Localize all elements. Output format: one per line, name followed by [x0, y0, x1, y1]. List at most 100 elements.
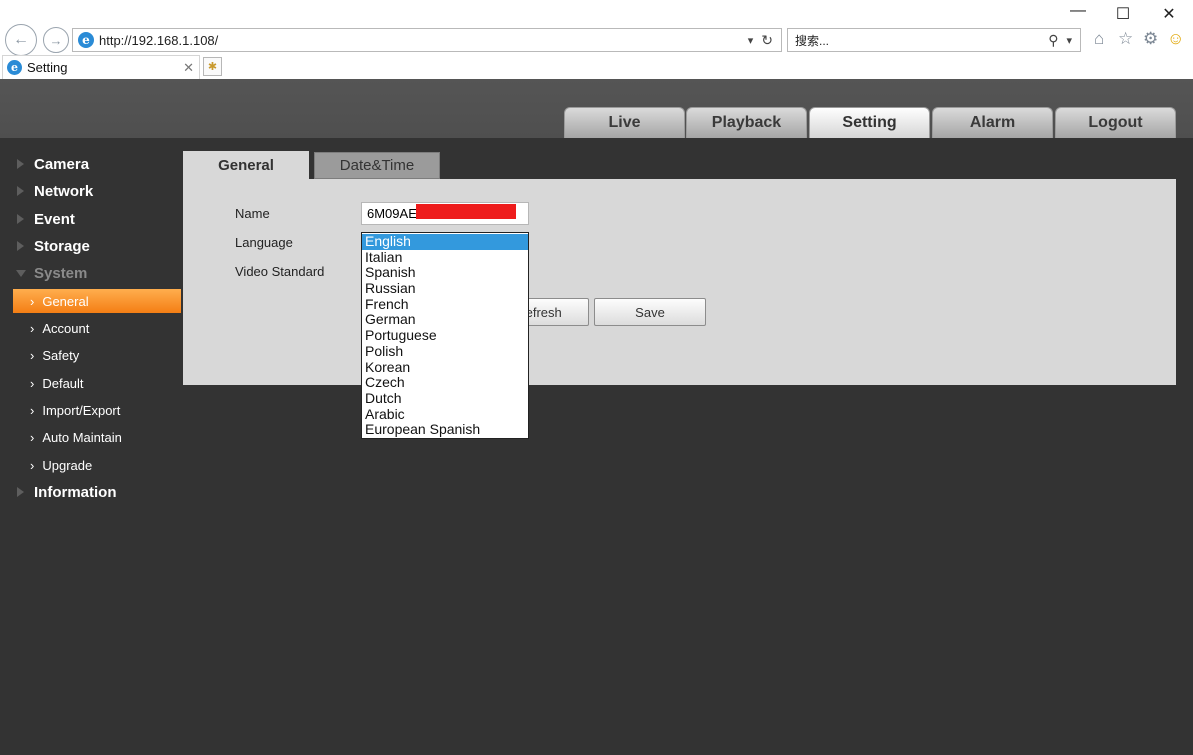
general-settings-panel: Name 6M09AE Language Video Standard Refr… — [183, 179, 1176, 385]
video-standard-label: Video Standard — [235, 264, 325, 279]
language-option-portuguese[interactable]: Portuguese — [362, 327, 528, 344]
sidebar-item-label: Storage — [34, 237, 90, 255]
tab-setting[interactable]: Setting — [809, 107, 930, 138]
sidebar-item-label: General — [42, 293, 89, 309]
maximize-icon[interactable]: ☐ — [1113, 4, 1133, 24]
favorites-star-icon[interactable]: ☆ — [1118, 30, 1133, 48]
tab-general[interactable]: General — [183, 151, 309, 179]
redaction-block — [416, 204, 516, 219]
search-icon[interactable]: ⚲ — [1048, 32, 1058, 49]
tab-live[interactable]: Live — [564, 107, 685, 138]
language-option-spanish[interactable]: Spanish — [362, 265, 528, 281]
chevron-right-icon: › — [30, 402, 35, 418]
minimize-icon[interactable]: — — [1068, 2, 1088, 20]
expand-triangle-icon — [17, 487, 24, 497]
language-option-english[interactable]: English — [362, 233, 528, 250]
sidebar-item-general[interactable]: › General — [13, 289, 181, 313]
close-window-icon[interactable]: ✕ — [1159, 4, 1179, 24]
language-option-arabic[interactable]: Arabic — [362, 406, 528, 423]
address-bar[interactable]: e http://192.168.1.108/ ▾ ↻ — [72, 28, 782, 52]
browser-tab-title: Setting — [27, 60, 68, 75]
sidebar-item-upgrade[interactable]: › Upgrade — [13, 453, 181, 477]
sidebar: Camera Network Event Storage System › Gen… — [0, 138, 183, 755]
expand-triangle-icon — [17, 214, 24, 224]
chevron-right-icon: › — [30, 375, 35, 391]
expand-triangle-icon — [17, 186, 24, 196]
sidebar-item-label: Network — [34, 182, 94, 200]
sidebar-item-account[interactable]: › Account — [13, 316, 181, 340]
sidebar-item-auto-maintain[interactable]: › Auto Maintain — [13, 425, 181, 449]
dropdown-arrow-icon[interactable]: ▾ — [748, 34, 754, 47]
language-option-french[interactable]: French — [362, 296, 528, 313]
close-tab-icon[interactable]: ✕ — [183, 60, 194, 76]
sub-tab-bar: General Date&Time — [183, 151, 1176, 179]
tab-alarm[interactable]: Alarm — [932, 107, 1053, 138]
collapse-triangle-icon — [16, 269, 26, 277]
forward-button[interactable]: → — [43, 27, 69, 53]
sidebar-item-label: Import/Export — [42, 402, 121, 418]
forward-arrow-icon: → — [49, 32, 63, 48]
language-option-dutch[interactable]: Dutch — [362, 390, 528, 407]
sidebar-item-event[interactable]: Event — [0, 206, 183, 232]
language-option-czech[interactable]: Czech — [362, 374, 528, 391]
chevron-right-icon: › — [30, 293, 35, 309]
address-url[interactable]: http://192.168.1.108/ — [99, 33, 748, 48]
language-option-polish[interactable]: Polish — [362, 343, 528, 360]
back-button[interactable]: ← — [5, 24, 37, 56]
language-label: Language — [235, 235, 293, 250]
name-field[interactable]: 6M09AE — [361, 202, 529, 225]
search-bar[interactable]: 搜索... ⚲ ▾ — [787, 28, 1081, 52]
sidebar-item-label: Event — [34, 210, 75, 228]
chevron-right-icon: › — [30, 429, 35, 445]
back-arrow-icon: ← — [13, 31, 29, 48]
name-label: Name — [235, 206, 270, 221]
chevron-right-icon: › — [30, 347, 35, 363]
language-option-russian[interactable]: Russian — [362, 280, 528, 297]
sidebar-item-label: System — [34, 264, 88, 282]
language-option-european-spanish[interactable]: European Spanish — [362, 422, 528, 438]
sidebar-item-storage[interactable]: Storage — [0, 233, 183, 259]
tab-logout[interactable]: Logout — [1055, 107, 1176, 138]
sidebar-item-safety[interactable]: › Safety — [13, 343, 181, 367]
chevron-right-icon: › — [30, 320, 35, 336]
browser-tab[interactable]: e Setting ✕ — [2, 55, 200, 79]
sidebar-item-camera[interactable]: Camera — [0, 151, 183, 177]
sidebar-item-system[interactable]: System — [0, 260, 183, 286]
expand-triangle-icon — [17, 241, 24, 251]
sidebar-item-label: Camera — [34, 155, 90, 173]
search-dropdown-icon[interactable]: ▾ — [1066, 34, 1072, 47]
save-button[interactable]: Save — [594, 298, 706, 326]
smiley-icon[interactable]: ☺ — [1167, 30, 1184, 48]
sidebar-item-label: Upgrade — [42, 457, 93, 473]
tab-playback[interactable]: Playback — [686, 107, 807, 138]
sidebar-item-label: Auto Maintain — [42, 429, 122, 445]
language-option-german[interactable]: German — [362, 312, 528, 328]
home-icon[interactable]: ⌂ — [1094, 30, 1104, 48]
expand-triangle-icon — [17, 159, 24, 169]
sidebar-item-label: Safety — [42, 347, 80, 363]
browser-tab-bar: e Setting ✕ ✱ — [0, 55, 1193, 79]
browser-chrome: ← → e http://192.168.1.108/ ▾ ↻ 搜索... ⚲ … — [0, 0, 1193, 79]
sidebar-item-label: Information — [34, 483, 117, 501]
app-body: Camera Network Event Storage System › Gen… — [0, 138, 1193, 755]
new-tab-icon: ✱ — [207, 61, 218, 73]
new-tab-button[interactable]: ✱ — [203, 57, 222, 76]
language-option-italian[interactable]: Italian — [362, 249, 528, 266]
sidebar-item-label: Default — [42, 375, 84, 391]
sidebar-item-information[interactable]: Information — [0, 479, 183, 505]
tab-date-time[interactable]: Date&Time — [314, 152, 440, 179]
language-dropdown-list[interactable]: English Italian Spanish Russian French G… — [361, 232, 529, 439]
sidebar-item-default[interactable]: › Default — [13, 371, 181, 395]
language-option-korean[interactable]: Korean — [362, 359, 528, 376]
refresh-icon[interactable]: ↻ — [761, 32, 773, 49]
sidebar-item-label: Account — [42, 320, 90, 336]
name-value: 6M09AE — [367, 206, 417, 221]
search-input[interactable]: 搜索... — [795, 32, 1048, 49]
ie-tab-icon: e — [7, 60, 22, 75]
chevron-right-icon: › — [30, 457, 35, 473]
ie-page-icon: e — [78, 32, 94, 48]
sidebar-item-import-export[interactable]: › Import/Export — [13, 398, 181, 422]
app-header: Live Playback Setting Alarm Logout — [0, 79, 1193, 138]
gear-icon[interactable]: ⚙ — [1143, 30, 1158, 48]
sidebar-item-network[interactable]: Network — [0, 178, 183, 204]
